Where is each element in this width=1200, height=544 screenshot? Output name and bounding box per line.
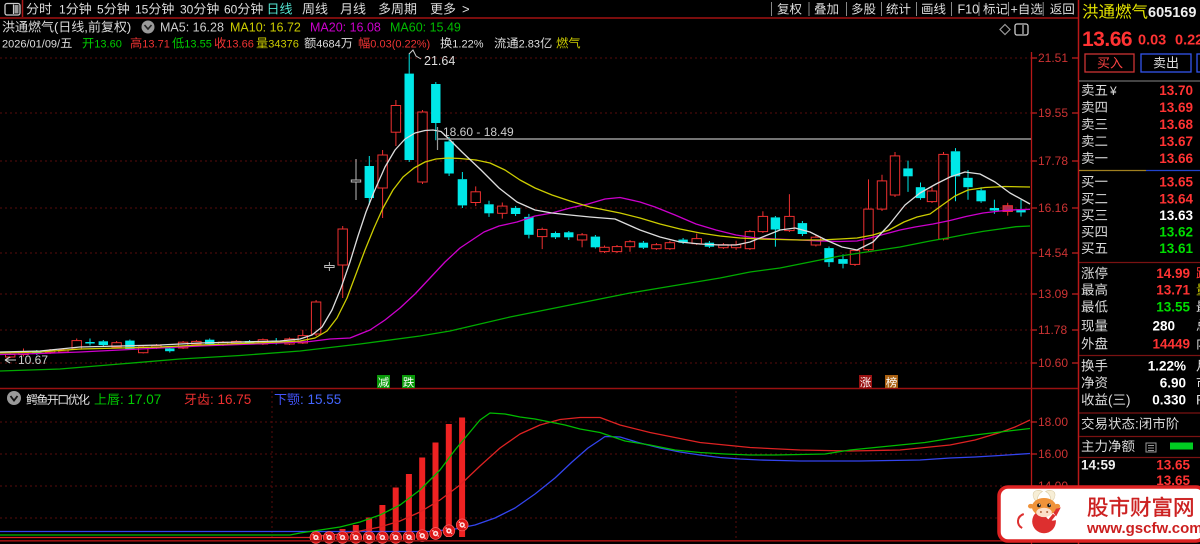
svg-text:MA10: 16.72: MA10: 16.72 <box>230 21 301 35</box>
svg-text:1.22%: 1.22% <box>452 39 483 51</box>
svg-text:MA20: 16.08: MA20: 16.08 <box>310 21 381 35</box>
svg-text:,: , <box>84 20 88 35</box>
svg-text:0.03: 0.03 <box>1138 33 1166 49</box>
svg-text:13.69: 13.69 <box>1159 100 1193 115</box>
svg-text:14449: 14449 <box>1152 337 1190 352</box>
svg-text:0.22: 0.22 <box>1175 33 1200 49</box>
svg-text:0.03(0.22%): 0.03(0.22%) <box>370 39 430 51</box>
svg-text:0.330: 0.330 <box>1152 393 1186 408</box>
svg-text:13.65: 13.65 <box>1159 175 1193 190</box>
svg-text:¥: ¥ <box>1109 84 1117 98</box>
svg-text:2.83: 2.83 <box>519 39 540 51</box>
svg-text:MA5: 16.28: MA5: 16.28 <box>160 21 224 35</box>
svg-text:13.64: 13.64 <box>1159 192 1193 207</box>
svg-text:13.63: 13.63 <box>1159 208 1193 223</box>
svg-text:F10: F10 <box>958 3 980 17</box>
svg-text:34376: 34376 <box>268 39 299 51</box>
svg-text:13.66: 13.66 <box>1082 28 1132 51</box>
svg-text:MA60: 15.49: MA60: 15.49 <box>390 21 461 35</box>
svg-text:>: > <box>462 2 470 17</box>
svg-text:13.09: 13.09 <box>1038 287 1068 301</box>
svg-text:21.64: 21.64 <box>424 54 455 68</box>
svg-text:13.62: 13.62 <box>1159 225 1193 240</box>
svg-text:14:59: 14:59 <box>1081 458 1116 473</box>
svg-text:17.78: 17.78 <box>1038 154 1068 168</box>
svg-text:30: 30 <box>180 3 194 17</box>
svg-text:13.71: 13.71 <box>142 39 170 51</box>
svg-text:13.66: 13.66 <box>226 39 254 51</box>
svg-text:: 17.07: : 17.07 <box>120 392 161 407</box>
svg-text:13.60: 13.60 <box>94 39 122 51</box>
svg-text:19.55: 19.55 <box>1038 106 1068 120</box>
svg-text:): ) <box>127 20 131 35</box>
svg-text:13.70: 13.70 <box>1159 83 1193 98</box>
svg-text:(: ( <box>54 20 59 35</box>
svg-text:13.65: 13.65 <box>1156 458 1190 473</box>
svg-text:13.66: 13.66 <box>1159 151 1193 166</box>
svg-text::: : <box>1135 417 1139 432</box>
svg-text:1: 1 <box>59 3 66 17</box>
svg-text:11.78: 11.78 <box>1038 323 1067 337</box>
svg-text:+: + <box>1011 3 1018 17</box>
svg-text:10.60: 10.60 <box>1038 356 1068 370</box>
svg-text:15: 15 <box>135 3 149 17</box>
svg-text:13.55: 13.55 <box>184 39 212 51</box>
svg-text:13.61: 13.61 <box>1159 241 1193 256</box>
svg-text:: 15.55: : 15.55 <box>300 392 341 407</box>
svg-text:280: 280 <box>1152 319 1175 334</box>
svg-text:: 16.75: : 16.75 <box>210 392 251 407</box>
svg-text:www.gscfw.com: www.gscfw.com <box>1086 520 1200 537</box>
svg-text:2026/01/09/: 2026/01/09/ <box>2 39 61 51</box>
svg-text:5: 5 <box>97 3 104 17</box>
svg-text:13.68: 13.68 <box>1159 117 1193 132</box>
svg-text:16.00: 16.00 <box>1038 447 1068 461</box>
svg-text:1.22%: 1.22% <box>1148 359 1186 374</box>
svg-text:14.99: 14.99 <box>1156 266 1190 281</box>
svg-text:10.67: 10.67 <box>18 353 48 367</box>
svg-text:13.67: 13.67 <box>1159 134 1193 149</box>
svg-text:出: 出 <box>1166 56 1179 71</box>
svg-text:13.71: 13.71 <box>1156 283 1190 298</box>
svg-text:P: P <box>1196 393 1200 408</box>
svg-text:21.51: 21.51 <box>1038 51 1068 65</box>
svg-text:14.54: 14.54 <box>1038 246 1068 260</box>
svg-text:60: 60 <box>224 3 238 17</box>
svg-text:605169: 605169 <box>1148 5 1196 21</box>
svg-text:18.60 - 18.49: 18.60 - 18.49 <box>443 125 514 139</box>
svg-text:6.90: 6.90 <box>1160 376 1186 391</box>
svg-text:13.55: 13.55 <box>1156 300 1190 315</box>
svg-text:(: ( <box>1108 393 1113 408</box>
svg-text:): ) <box>1126 393 1131 408</box>
svg-text:4684: 4684 <box>316 39 340 51</box>
svg-text:18.00: 18.00 <box>1038 415 1068 429</box>
svg-text:16.16: 16.16 <box>1038 201 1068 215</box>
